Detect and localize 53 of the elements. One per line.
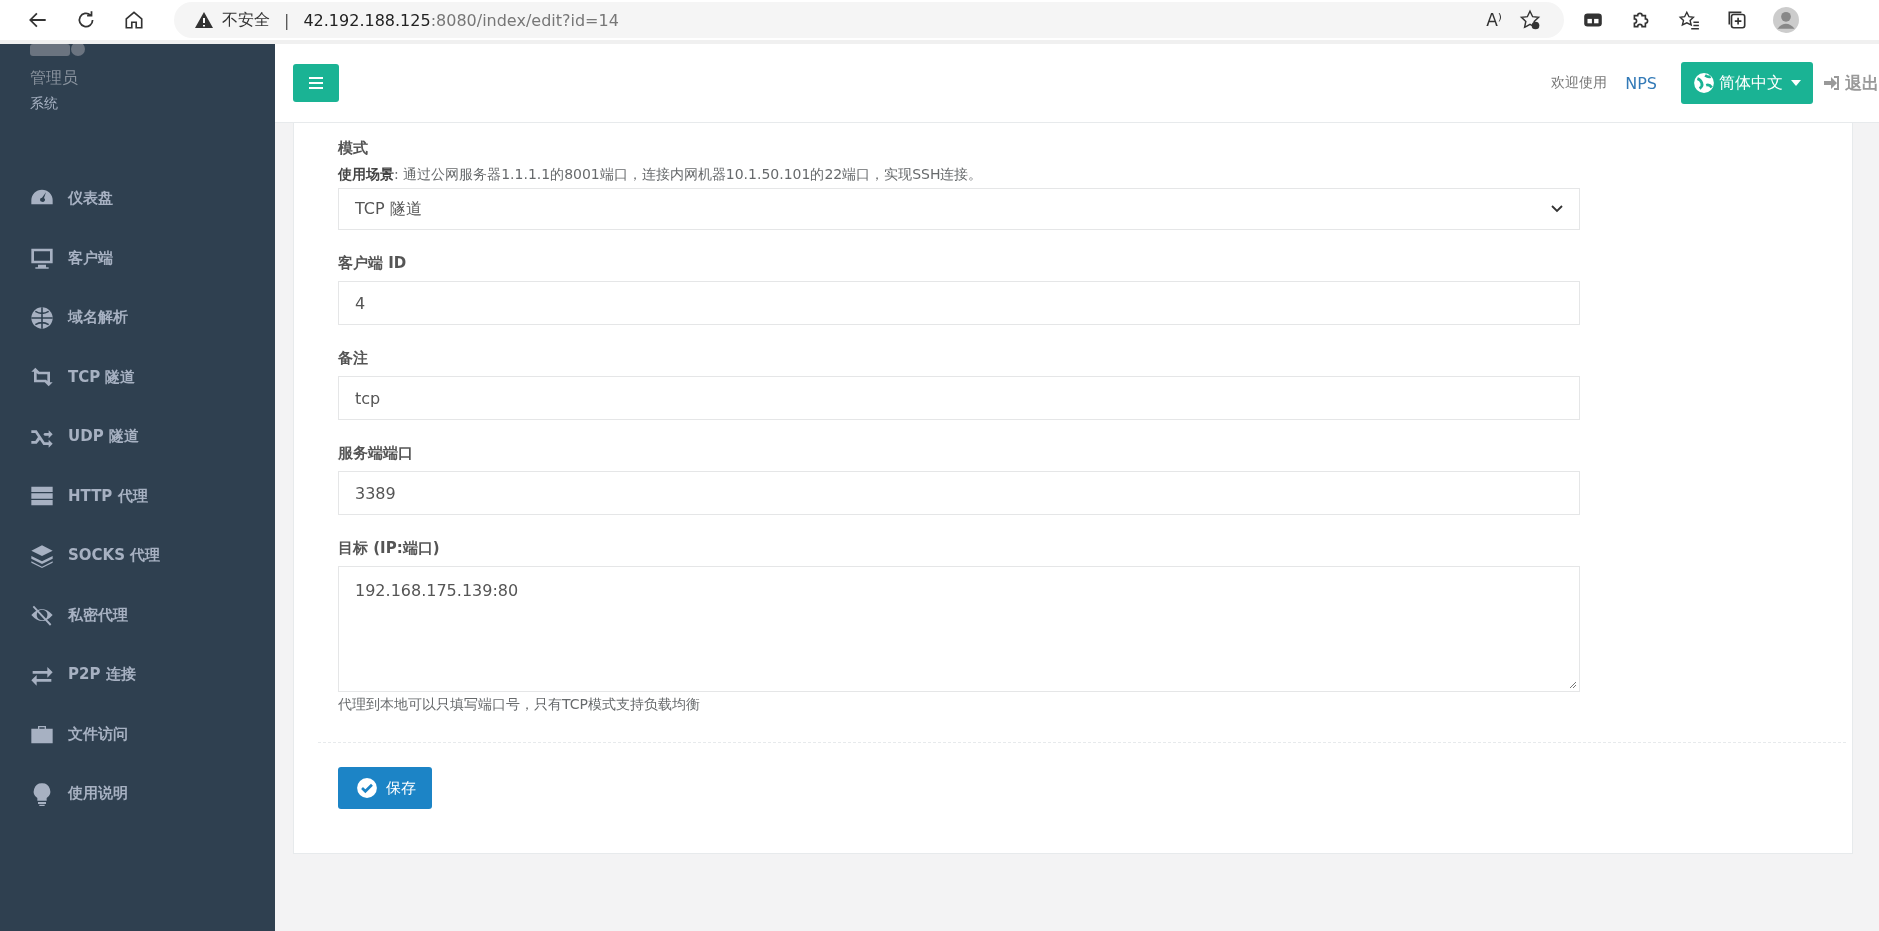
security-label: 不安全 — [222, 9, 270, 31]
monitor-icon — [30, 246, 54, 271]
field-label: 客户端 ID — [338, 254, 408, 273]
brand-link[interactable]: NPS — [1625, 73, 1657, 93]
separator: | — [284, 10, 290, 30]
input-field[interactable]: tcp — [338, 376, 1580, 420]
usage-description: 使用场景: 通过公网服务器1.1.1.1的8001端口，连接内网机器10.1.50.101的22端口，实现SSH连接。 — [338, 166, 984, 184]
address-bar[interactable]: 不安全 | 42.192.188.125:8080/index/edit?id=14 A⁾ — [174, 2, 1564, 38]
favorites-icon[interactable] — [1678, 9, 1700, 31]
sign-in-icon — [1823, 75, 1841, 91]
menu-button[interactable] — [293, 64, 339, 102]
resize-handle-icon[interactable] — [1569, 681, 1577, 689]
sidebar-item[interactable]: 域名解析 — [0, 288, 275, 348]
sidebar-item[interactable]: HTTP 代理 — [0, 466, 275, 526]
sidebar-item[interactable]: 私密代理 — [0, 585, 275, 645]
eyeslash-icon — [30, 603, 54, 628]
field-label: 服务端端口 — [338, 444, 414, 463]
url-text: 42.192.188.125:8080/index/edit?id=14 — [303, 10, 619, 30]
caret-icon — [1791, 80, 1801, 86]
sidebar-item[interactable]: 客户端 — [0, 228, 275, 288]
tabs-add-icon[interactable] — [1726, 9, 1748, 31]
sidebar-item[interactable]: 使用说明 — [0, 764, 275, 824]
welcome-text: 欢迎使用 — [1551, 74, 1608, 92]
chevron-down-icon — [1551, 205, 1563, 213]
help-text: 代理到本地可以只填写端口号，只有TCP模式支持负载均衡 — [338, 696, 701, 714]
textarea-field[interactable]: 192.168.175.139:80 — [338, 566, 1580, 692]
input-field[interactable]: 4 — [338, 281, 1580, 325]
field-label: 模式 — [338, 139, 369, 158]
language-button[interactable]: 简体中文 — [1681, 62, 1813, 104]
read-aloud-button[interactable]: A⁾ — [1486, 10, 1502, 30]
sidebar-item[interactable]: P2P 连接 — [0, 645, 275, 705]
input-field[interactable]: 3389 — [338, 471, 1580, 515]
field-label: 备注 — [338, 349, 369, 368]
check-circle-icon — [356, 777, 378, 799]
profile-avatar-icon[interactable] — [1773, 7, 1799, 33]
sidebar-item[interactable]: TCP 隧道 — [0, 347, 275, 407]
layers-icon — [30, 543, 54, 568]
sidebar-item[interactable]: 仪表盘 — [0, 169, 275, 229]
menu-icon — [309, 77, 323, 89]
logout-link[interactable]: 退出 — [1823, 71, 1879, 95]
home-icon[interactable] — [123, 9, 145, 31]
favorite-add-icon[interactable] — [1519, 9, 1541, 31]
field-label: 目标 (IP:端口) — [338, 539, 441, 558]
mode-select[interactable]: TCP 隧道 — [338, 188, 1580, 230]
sidebar-item[interactable]: SOCKS 代理 — [0, 526, 275, 586]
user-name: 管理员 — [30, 68, 79, 89]
warning-icon — [194, 10, 214, 30]
save-button[interactable]: 保存 — [338, 767, 432, 809]
sidebar-item[interactable]: UDP 隧道 — [0, 407, 275, 467]
sidebar-item[interactable]: 文件访问 — [0, 704, 275, 764]
globe-icon — [30, 305, 54, 330]
globe-icon — [1693, 72, 1715, 94]
user-role: 系统 — [30, 95, 59, 113]
